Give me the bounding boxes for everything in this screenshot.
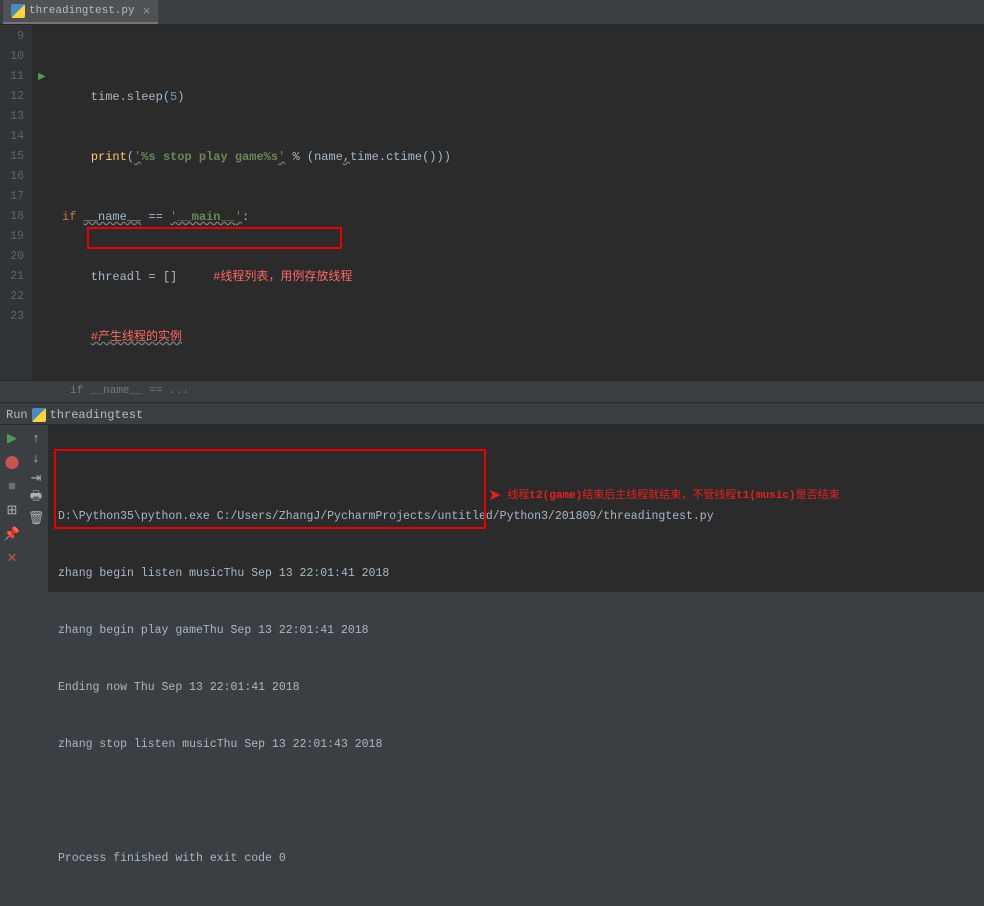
code-line: if __name__ == '__main__': [62, 207, 984, 227]
breadcrumb: if __name__ == ... [0, 380, 984, 402]
arrow-head-icon: ➤ [488, 487, 501, 506]
rerun-button[interactable]: ▶ [3, 429, 21, 447]
annotation-arrow: ➤ 线程t2(game)结束后主线程就结束，不管线程t1(music)是否结束 [488, 487, 840, 506]
layout-button[interactable]: ⊞ [3, 501, 21, 519]
down-button[interactable]: ↓ [27, 449, 45, 467]
pin-button[interactable]: 📌 [3, 525, 21, 543]
annotation-box-console [54, 449, 486, 529]
run-config-name: threadingtest [50, 408, 144, 422]
run-toolbar-secondary: ↑ ↓ ⇥ 🖶 🗑 [24, 425, 48, 592]
console-line: zhang begin listen musicThu Sep 13 22:01… [58, 564, 974, 583]
close-icon[interactable]: × [139, 4, 151, 19]
code-line: #产生线程的实例 [62, 327, 984, 347]
close-button[interactable]: ✕ [3, 549, 21, 567]
stop-button[interactable]: ■ [3, 477, 21, 495]
annotation-text: 线程t2(game)结束后主线程就结束，不管线程t1(music)是否结束 [507, 487, 839, 506]
run-panel: ▶ ⬤ ■ ⊞ 📌 ✕ ↑ ↓ ⇥ 🖶 🗑 ➤ 线程t2(game)结束后主线程… [0, 424, 984, 592]
console-line: Ending now Thu Sep 13 22:01:41 2018 [58, 678, 974, 697]
code-editor[interactable]: 9 10 11 12 13 14 15 16 17 18 19 20 21 22… [0, 25, 984, 380]
console-line [58, 792, 974, 811]
run-tool-header[interactable]: Run threadingtest [0, 402, 984, 424]
wrap-button[interactable]: ⇥ [27, 469, 45, 487]
tab-label: threadingtest.py [29, 5, 135, 17]
console-line: Process finished with exit code 0 [58, 849, 974, 868]
code-line: threadl = [] #线程列表，用例存放线程 [62, 267, 984, 287]
run-toolbar-left: ▶ ⬤ ■ ⊞ 📌 ✕ [0, 425, 24, 592]
console-line: zhang stop listen musicThu Sep 13 22:01:… [58, 735, 974, 754]
line-gutter: 9 10 11 12 13 14 15 16 17 18 19 20 21 22… [0, 25, 32, 380]
annotation-box-code [87, 227, 342, 249]
tab-bar: threadingtest.py × [0, 0, 984, 25]
python-file-icon [11, 4, 25, 18]
python-file-icon [32, 408, 46, 422]
print-button[interactable]: 🖶 [27, 489, 45, 507]
code-line: print('%s stop play game%s' % (name,time… [62, 147, 984, 167]
console-line: zhang begin play gameThu Sep 13 22:01:41… [58, 621, 974, 640]
debug-button[interactable]: ⬤ [3, 453, 21, 471]
run-label: Run [6, 408, 28, 422]
code-area[interactable]: time.sleep(5) print('%s stop play game%s… [32, 25, 984, 380]
console-output[interactable]: ➤ 线程t2(game)结束后主线程就结束，不管线程t1(music)是否结束 … [48, 425, 984, 592]
up-button[interactable]: ↑ [27, 429, 45, 447]
file-tab-threadingtest[interactable]: threadingtest.py × [3, 0, 158, 24]
trash-button[interactable]: 🗑 [27, 509, 45, 527]
code-line: time.sleep(5) [62, 87, 984, 107]
